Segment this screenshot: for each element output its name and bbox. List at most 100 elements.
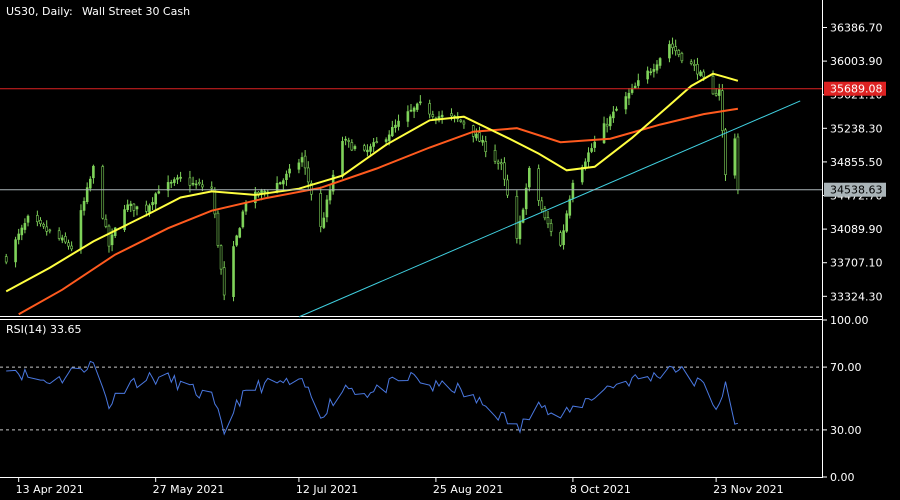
candle-body	[344, 138, 347, 141]
candle-body	[67, 242, 70, 247]
candle-body	[166, 182, 170, 191]
candle-body	[129, 203, 133, 206]
candle-body	[375, 141, 379, 143]
candle-body	[412, 107, 416, 112]
candle-body	[322, 217, 326, 228]
candle-body	[57, 230, 61, 239]
price-tick-label: 35238.30	[830, 122, 883, 135]
candle-body	[605, 123, 609, 127]
candle-body	[537, 168, 540, 201]
candle-body	[580, 167, 584, 183]
candle-body	[475, 133, 478, 139]
candle-body	[297, 162, 301, 170]
candle-body	[394, 124, 397, 128]
candle-body	[397, 120, 400, 127]
candle-body	[391, 127, 394, 137]
candle-body	[17, 233, 20, 240]
candle-body	[503, 162, 506, 180]
candle-body	[70, 245, 73, 250]
candle-body	[319, 193, 323, 227]
time-tick-label: 8 Oct 2021	[570, 483, 631, 496]
candle-body	[571, 182, 575, 199]
candle-body	[347, 140, 351, 142]
candle-body	[624, 96, 628, 110]
candle-body	[328, 190, 332, 201]
candle-body	[484, 141, 488, 152]
candle-body	[649, 71, 653, 74]
candle-body	[288, 168, 291, 174]
candle-body	[677, 50, 681, 55]
rsi-tick-label: 0.00	[830, 471, 855, 484]
candle-body	[702, 71, 705, 78]
candle-body	[711, 75, 715, 95]
candle-body	[528, 167, 531, 188]
candle-body	[82, 201, 86, 211]
price-tick-label: 34855.50	[830, 156, 883, 169]
candle-body	[540, 200, 544, 210]
candle-body	[169, 181, 173, 184]
candle-body	[79, 210, 83, 250]
candle-body	[633, 85, 637, 89]
candle-body	[431, 114, 435, 117]
candle-body	[658, 58, 662, 66]
candle-body	[222, 267, 226, 296]
time-tick-label: 23 Nov 2021	[713, 483, 783, 496]
candle-body	[437, 116, 441, 119]
candle-body	[42, 224, 45, 227]
candle-body	[325, 199, 329, 218]
candle-body	[300, 157, 304, 163]
candle-body	[524, 187, 528, 210]
candle-body	[736, 136, 740, 191]
candle-body	[608, 116, 612, 127]
candle-body	[36, 215, 39, 223]
candle-body	[303, 155, 307, 169]
price-tick-label: 34089.90	[830, 223, 883, 236]
candle-body	[674, 46, 677, 52]
candle-body	[88, 178, 92, 189]
price-tick-label: 36386.70	[830, 22, 883, 35]
candle-body	[26, 215, 30, 223]
candle-body	[191, 182, 195, 185]
candle-body	[409, 109, 413, 112]
candle-body	[478, 132, 481, 142]
candle-body	[179, 176, 182, 179]
candle-body	[714, 93, 718, 96]
candle-body	[173, 179, 176, 183]
candle-body	[415, 103, 419, 110]
candle-body	[590, 148, 593, 152]
candle-body	[4, 256, 8, 263]
price-tick-label: 36003.90	[830, 55, 883, 68]
candle-body	[462, 121, 466, 125]
candle-body	[126, 204, 129, 210]
candle-body	[499, 162, 503, 165]
candle-body	[496, 161, 500, 164]
candle-body	[263, 190, 266, 193]
candle-body	[107, 225, 111, 247]
candle-body	[493, 150, 497, 162]
candle-body	[60, 237, 64, 241]
candle-body	[92, 165, 95, 179]
candle-body	[459, 119, 463, 122]
candle-body	[440, 114, 444, 118]
candle-body	[733, 138, 737, 176]
candle-body	[235, 235, 238, 246]
candle-body	[655, 64, 659, 71]
candle-body	[689, 61, 693, 64]
candle-body	[39, 220, 42, 225]
candle-body	[48, 229, 52, 232]
candle-body	[20, 227, 24, 236]
candle-body	[154, 193, 157, 205]
candle-body	[506, 179, 509, 196]
candle-body	[210, 186, 214, 189]
current-price-label: 34538.63	[830, 184, 883, 197]
candle-body	[384, 139, 388, 142]
candle-body	[341, 140, 344, 177]
candle-body	[593, 141, 597, 148]
candle-body	[201, 184, 204, 188]
candle-body	[145, 204, 148, 212]
candle-body	[562, 230, 565, 246]
candle-body	[627, 92, 631, 99]
price-tick-label: 33324.30	[830, 290, 883, 303]
candle-body	[518, 221, 522, 239]
candle-body	[612, 111, 615, 119]
